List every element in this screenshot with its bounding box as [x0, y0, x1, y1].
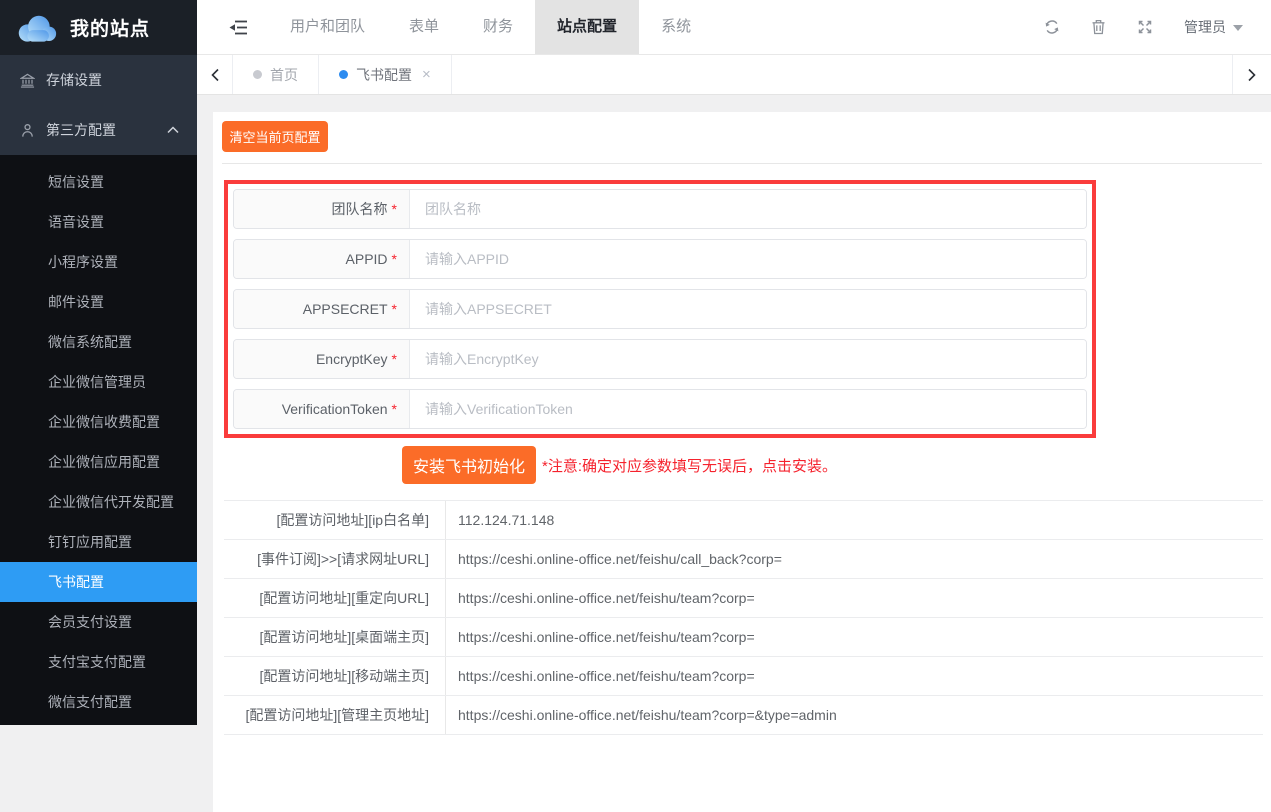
field-label: APPSECRET * — [234, 290, 410, 328]
info-value: https://ceshi.online-office.net/feishu/t… — [446, 696, 837, 734]
info-value: https://ceshi.online-office.net/feishu/t… — [446, 618, 755, 656]
caret-down-icon — [1233, 25, 1243, 31]
tab-status-dot — [339, 70, 348, 79]
nav-item-site-config[interactable]: 站点配置 — [535, 0, 639, 54]
info-label: [配置访问地址][ip白名单] — [224, 501, 446, 539]
trash-icon[interactable] — [1091, 19, 1106, 35]
person-icon — [20, 123, 35, 138]
sidebar-submenu: 短信设置 语音设置 小程序设置 邮件设置 微信系统配置 企业微信管理员 企业微信… — [0, 155, 197, 722]
sidebar-item-wecom-dev[interactable]: 企业微信代开发配置 — [0, 482, 197, 522]
feishu-config-form: 团队名称 * APPID * APPSECRET * EncryptKey * — [224, 180, 1096, 438]
chevron-left-icon[interactable] — [197, 55, 233, 94]
sidebar-item-wecom-billing[interactable]: 企业微信收费配置 — [0, 402, 197, 442]
table-row: [配置访问地址][桌面端主页] https://ceshi.online-off… — [224, 618, 1263, 657]
form-row-team-name: 团队名称 * — [233, 189, 1087, 229]
config-info-table: [配置访问地址][ip白名单] 112.124.71.148 [事件订阅]>>[… — [224, 500, 1263, 735]
user-menu[interactable]: 管理员 — [1184, 17, 1243, 37]
user-menu-label: 管理员 — [1184, 17, 1226, 37]
sidebar-item-email[interactable]: 邮件设置 — [0, 282, 197, 322]
field-label: APPID * — [234, 240, 410, 278]
sidebar-item-wecom-app[interactable]: 企业微信应用配置 — [0, 442, 197, 482]
sidebar-item-dingtalk-app[interactable]: 钉钉应用配置 — [0, 522, 197, 562]
install-row: 安装飞书初始化 *注意:确定对应参数填写无误后，点击安装。 — [402, 446, 1262, 484]
feishu-config-panel: 清空当前页配置 团队名称 * APPID * APPSECRET * — [213, 112, 1271, 812]
form-row-verificationtoken: VerificationToken * — [233, 389, 1087, 429]
sidebar-item-wechat-system[interactable]: 微信系统配置 — [0, 322, 197, 362]
info-label: [配置访问地址][移动端主页] — [224, 657, 446, 695]
sidebar: 我的站点 存储设置 第三方配置 短信设置 语音设置 小程序设置 — [0, 0, 197, 725]
table-row: [配置访问地址][管理主页地址] https://ceshi.online-of… — [224, 696, 1263, 735]
sidebar-item-third-party[interactable]: 第三方配置 — [0, 105, 197, 155]
sidebar-item-feishu-config[interactable]: 飞书配置 — [0, 562, 197, 602]
sidebar-item-wecom-admin[interactable]: 企业微信管理员 — [0, 362, 197, 402]
required-mark: * — [392, 251, 397, 267]
table-row: [配置访问地址][ip白名单] 112.124.71.148 — [224, 501, 1263, 540]
info-label: [配置访问地址][重定向URL] — [224, 579, 446, 617]
required-mark: * — [392, 351, 397, 367]
nav-item-forms[interactable]: 表单 — [387, 0, 461, 54]
field-label: EncryptKey * — [234, 340, 410, 378]
info-value: https://ceshi.online-office.net/feishu/t… — [446, 579, 755, 617]
table-row: [事件订阅]>>[请求网址URL] https://ceshi.online-o… — [224, 540, 1263, 579]
table-row: [配置访问地址][移动端主页] https://ceshi.online-off… — [224, 657, 1263, 696]
sidebar-item-voice[interactable]: 语音设置 — [0, 202, 197, 242]
verificationtoken-input[interactable] — [410, 390, 1086, 428]
tab-home[interactable]: 首页 — [233, 55, 319, 94]
fullscreen-icon[interactable] — [1137, 19, 1153, 35]
required-mark: * — [392, 201, 397, 217]
field-label: VerificationToken * — [234, 390, 410, 428]
bank-icon — [20, 73, 35, 88]
app-logo: 我的站点 — [0, 0, 197, 55]
chevron-right-icon[interactable] — [1232, 55, 1271, 94]
top-nav-menu: 用户和团队 表单 财务 站点配置 系统 — [268, 0, 713, 54]
info-label: [事件订阅]>>[请求网址URL] — [224, 540, 446, 578]
nav-item-users-teams[interactable]: 用户和团队 — [268, 0, 387, 54]
form-row-encryptkey: EncryptKey * — [233, 339, 1087, 379]
tab-status-dot — [253, 70, 262, 79]
required-mark: * — [392, 401, 397, 417]
form-row-appid: APPID * — [233, 239, 1087, 279]
top-navbar: 用户和团队 表单 财务 站点配置 系统 — [197, 0, 1271, 55]
info-value: https://ceshi.online-office.net/feishu/t… — [446, 657, 755, 695]
sidebar-item-label: 第三方配置 — [46, 120, 156, 140]
info-label: [配置访问地址][桌面端主页] — [224, 618, 446, 656]
close-icon[interactable]: × — [422, 66, 431, 83]
required-mark: * — [392, 301, 397, 317]
appsecret-input[interactable] — [410, 290, 1086, 328]
sidebar-item-storage[interactable]: 存储设置 — [0, 55, 197, 105]
appid-input[interactable] — [410, 240, 1086, 278]
refresh-icon[interactable] — [1044, 19, 1060, 35]
chevron-up-icon — [167, 126, 179, 134]
table-row: [配置访问地址][重定向URL] https://ceshi.online-of… — [224, 579, 1263, 618]
sidebar-item-alipay[interactable]: 支付宝支付配置 — [0, 642, 197, 682]
tab-feishu-config[interactable]: 飞书配置 × — [319, 55, 452, 94]
tab-label: 飞书配置 — [356, 65, 412, 85]
encryptkey-input[interactable] — [410, 340, 1086, 378]
cloud-icon — [13, 11, 59, 45]
form-row-appsecret: APPSECRET * — [233, 289, 1087, 329]
nav-item-finance[interactable]: 财务 — [461, 0, 535, 54]
info-value: https://ceshi.online-office.net/feishu/c… — [446, 540, 782, 578]
page-tabbar: 首页 飞书配置 × — [197, 55, 1271, 95]
sidebar-item-sms[interactable]: 短信设置 — [0, 162, 197, 202]
nav-item-system[interactable]: 系统 — [639, 0, 713, 54]
info-value: 112.124.71.148 — [446, 501, 554, 539]
install-note: *注意:确定对应参数填写无误后，点击安装。 — [542, 455, 837, 476]
fold-icon[interactable] — [229, 20, 248, 35]
sidebar-item-member-pay[interactable]: 会员支付设置 — [0, 602, 197, 642]
navbar-actions: 管理员 — [1044, 17, 1271, 37]
clear-config-button[interactable]: 清空当前页配置 — [222, 121, 328, 152]
tab-label: 首页 — [270, 65, 298, 85]
field-label: 团队名称 * — [234, 190, 410, 228]
team-name-input[interactable] — [410, 190, 1086, 228]
app-title: 我的站点 — [70, 14, 150, 41]
sidebar-item-miniprogram[interactable]: 小程序设置 — [0, 242, 197, 282]
divider — [222, 163, 1262, 164]
install-feishu-button[interactable]: 安装飞书初始化 — [402, 446, 536, 484]
sidebar-item-label: 存储设置 — [46, 70, 102, 90]
info-label: [配置访问地址][管理主页地址] — [224, 696, 446, 734]
sidebar-item-wechat-pay[interactable]: 微信支付配置 — [0, 682, 197, 722]
